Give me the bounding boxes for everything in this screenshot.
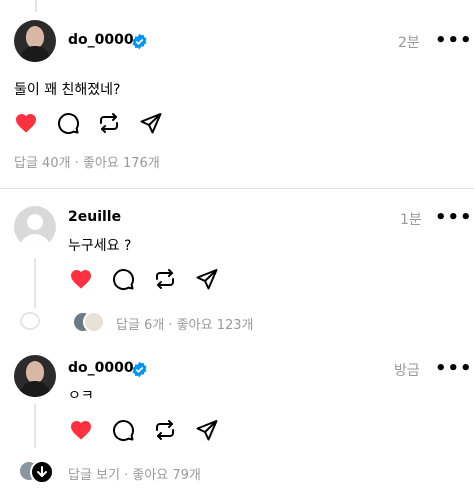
- more-icon[interactable]: •••: [435, 30, 473, 51]
- heart-icon[interactable]: [69, 267, 93, 291]
- repost-icon[interactable]: [153, 267, 177, 291]
- verified-icon: [131, 33, 148, 50]
- reply2-timestamp: 방금: [394, 363, 420, 379]
- comment-icon[interactable]: [111, 418, 135, 442]
- avatar[interactable]: [14, 20, 56, 62]
- thread-loop: [20, 312, 40, 330]
- arrow-down-icon[interactable]: [30, 460, 54, 484]
- post-stats[interactable]: 답글 40개 · 좋아요 176개: [14, 152, 160, 171]
- post-text: 둘이 꽤 친해졌네?: [14, 82, 121, 98]
- replier-avatar: [83, 311, 105, 333]
- reply1-username[interactable]: 2euille: [68, 209, 121, 225]
- share-icon[interactable]: [139, 111, 163, 135]
- divider: [0, 188, 474, 189]
- verified-icon: [131, 361, 148, 378]
- comment-icon[interactable]: [111, 267, 135, 291]
- reply2-stats[interactable]: 답글 보기 · 좋아요 79개: [68, 464, 201, 483]
- reply2-text: ㅇㅋ: [68, 388, 94, 404]
- avatar[interactable]: [14, 206, 56, 248]
- post-timestamp: 2분: [398, 35, 420, 51]
- heart-icon[interactable]: [69, 418, 93, 442]
- reply1-text: 누구세요 ?: [68, 238, 132, 254]
- post-username[interactable]: do_0000: [68, 32, 134, 48]
- thread-line: [34, 404, 36, 448]
- comment-icon[interactable]: [56, 111, 80, 135]
- heart-icon[interactable]: [14, 111, 38, 135]
- repost-icon[interactable]: [153, 418, 177, 442]
- reply2-username[interactable]: do_0000: [68, 360, 134, 376]
- share-icon[interactable]: [195, 267, 219, 291]
- more-icon[interactable]: •••: [435, 207, 473, 228]
- reply1-stats[interactable]: 답글 6개 · 좋아요 123개: [116, 314, 253, 333]
- repost-icon[interactable]: [97, 111, 121, 135]
- thread-line-top: [35, 0, 37, 12]
- more-icon[interactable]: •••: [435, 358, 473, 379]
- reply1-timestamp: 1분: [400, 212, 422, 228]
- share-icon[interactable]: [195, 418, 219, 442]
- avatar[interactable]: [14, 355, 56, 397]
- thread-line: [34, 258, 36, 308]
